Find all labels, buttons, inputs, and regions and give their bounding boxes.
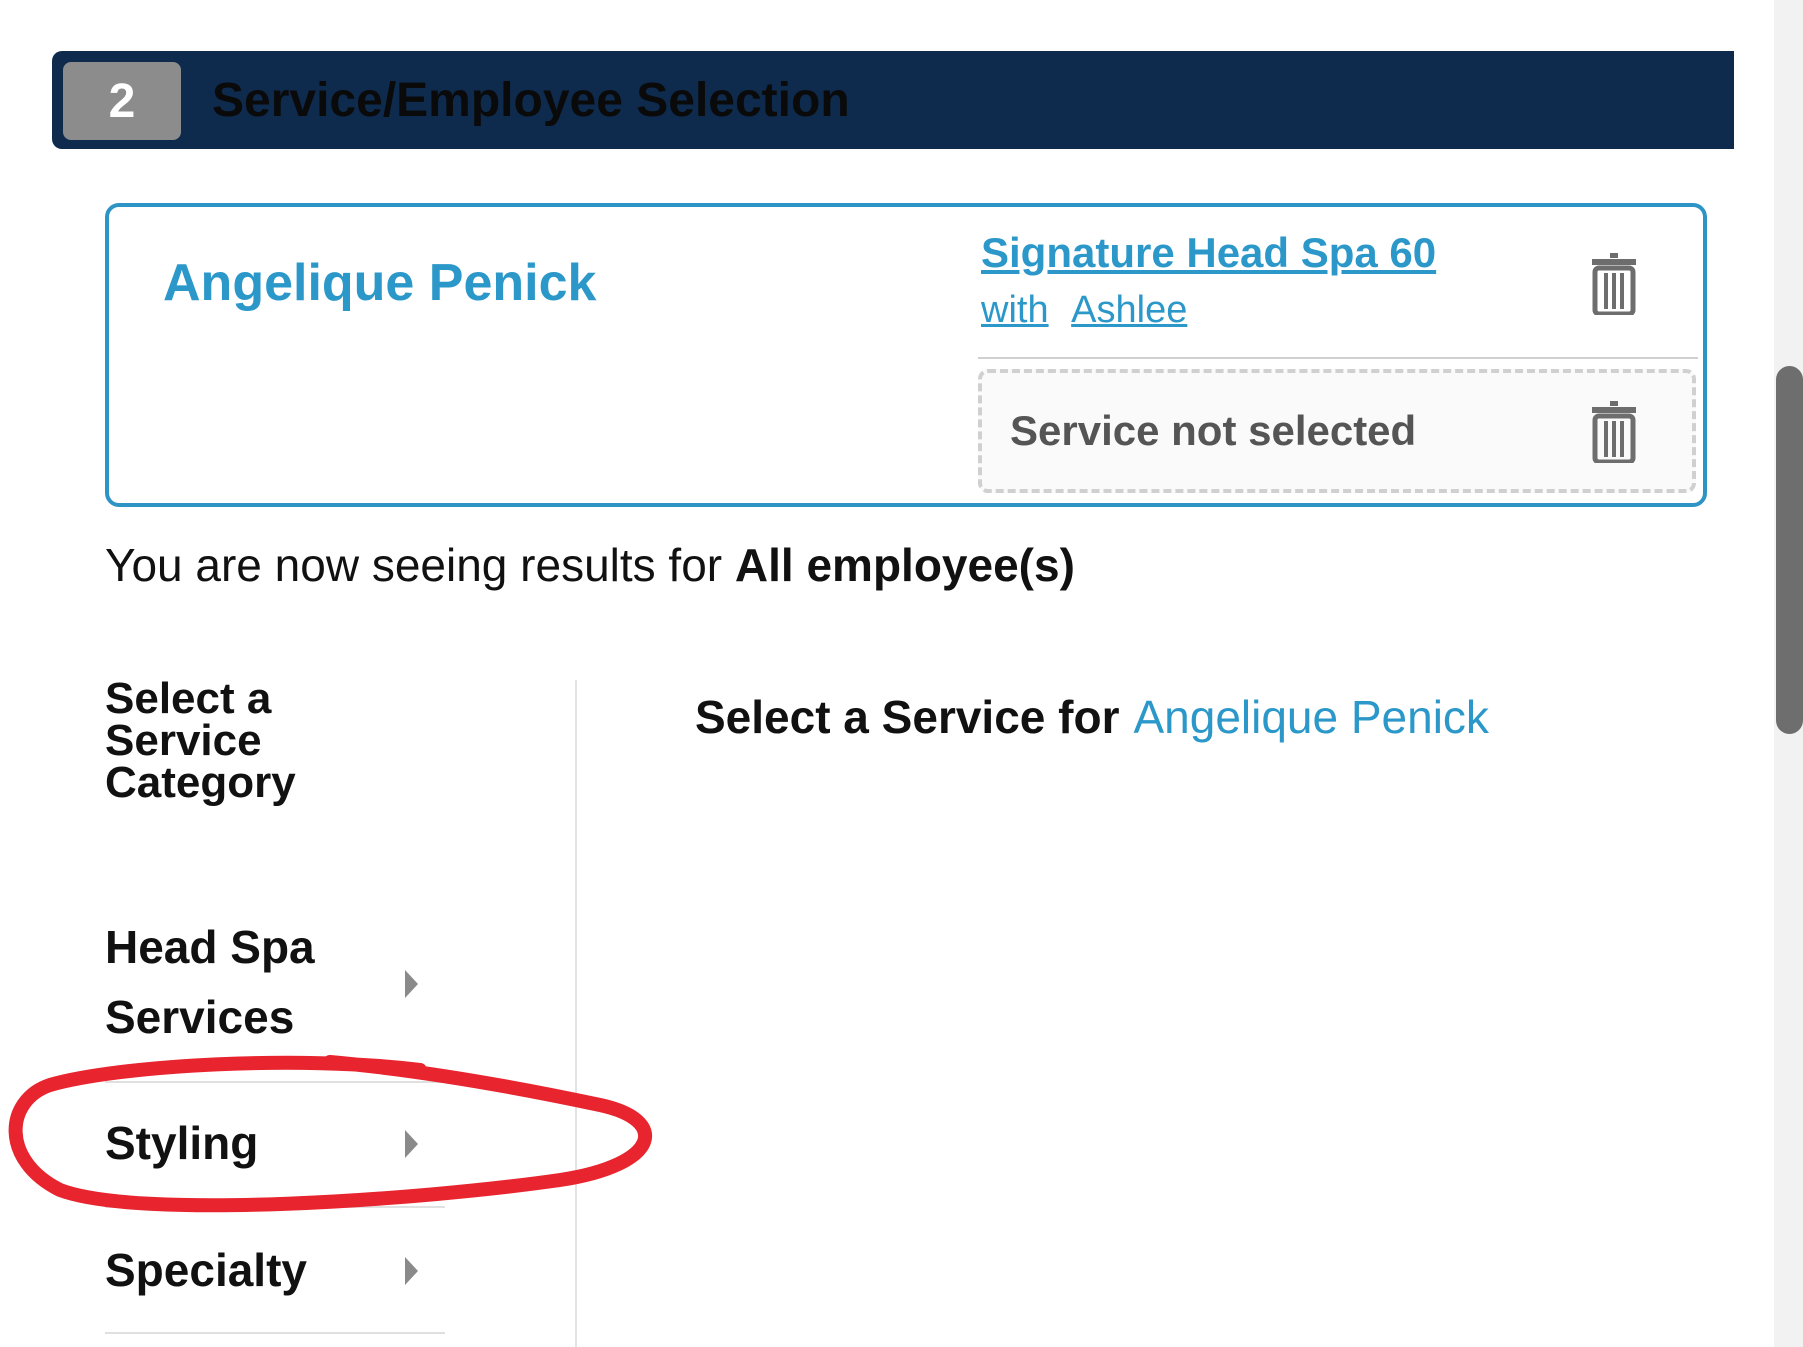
category-label: Specialty: [105, 1244, 307, 1296]
trash-icon[interactable]: [1590, 253, 1638, 315]
service-heading-guest: Angelique Penick: [1133, 691, 1489, 743]
category-item-head-spa-services[interactable]: Head Spa Services: [105, 912, 445, 1052]
chevron-right-icon: [405, 1257, 418, 1285]
step-title: Service/Employee Selection: [212, 74, 850, 127]
category-separator: [105, 1206, 445, 1208]
step-header: 2 Service/Employee Selection: [52, 51, 1734, 149]
guest-card: Angelique Penick Signature Head Spa 60 w…: [105, 203, 1707, 507]
step-number-badge: 2: [63, 62, 181, 140]
selected-service: Signature Head Spa 60 with Ashlee: [981, 229, 1436, 332]
category-separator: [105, 1332, 445, 1334]
employee-link[interactable]: Ashlee: [1071, 289, 1187, 331]
empty-slot-text: Service not selected: [1010, 407, 1417, 454]
selected-service-link[interactable]: Signature Head Spa 60: [981, 229, 1436, 277]
category-heading: Select a Service Category: [105, 674, 296, 807]
service-panel-heading: Select a Service for Angelique Penick: [695, 690, 1489, 744]
results-prefix: You are now seeing results for: [105, 539, 735, 591]
results-filter-text: You are now seeing results for All emplo…: [105, 538, 1075, 592]
scrollbar-thumb[interactable]: [1776, 366, 1803, 734]
chevron-right-icon: [405, 1130, 418, 1158]
chevron-right-icon: [405, 970, 418, 998]
guest-name: Angelique Penick: [163, 254, 597, 312]
column-divider: [575, 680, 577, 1347]
service-divider: [978, 357, 1698, 359]
category-item-specialty[interactable]: Specialty: [105, 1235, 445, 1305]
category-label: Styling: [105, 1117, 259, 1169]
trash-icon[interactable]: [1590, 401, 1638, 463]
category-item-styling[interactable]: Styling: [105, 1108, 445, 1178]
service-heading-text: Select a Service for: [695, 691, 1120, 743]
results-value: All employee(s): [734, 539, 1075, 591]
category-separator: [105, 1081, 445, 1083]
with-label[interactable]: with: [981, 289, 1049, 331]
service-employee-line: with Ashlee: [981, 289, 1421, 332]
empty-service-slot[interactable]: Service not selected: [978, 369, 1696, 493]
category-label: Head Spa Services: [105, 921, 315, 1043]
